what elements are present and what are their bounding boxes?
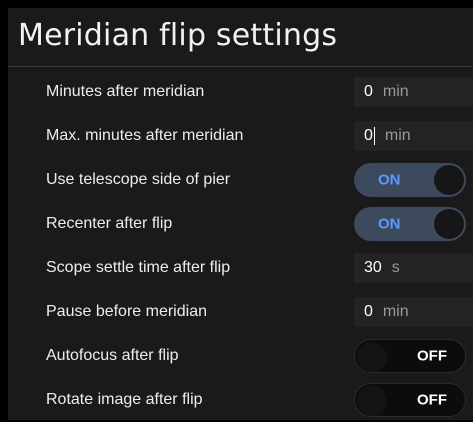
title-divider bbox=[8, 66, 473, 67]
setting-label: Scope settle time after flip bbox=[46, 259, 231, 276]
setting-row-use-telescope-side-of-pier: Use telescope side of pier ON bbox=[8, 158, 473, 202]
toggle-knob bbox=[434, 209, 464, 239]
setting-row-scope-settle-time: Scope settle time after flip 30 s bbox=[8, 246, 473, 290]
toggle-state: OFF bbox=[417, 391, 447, 409]
setting-label: Minutes after meridian bbox=[46, 83, 205, 100]
setting-row-max-minutes-after-meridian: Max. minutes after meridian 0 min bbox=[8, 114, 473, 158]
panel-title: Meridian flip settings bbox=[18, 18, 338, 53]
field-value: 30 bbox=[364, 259, 382, 276]
setting-label: Rotate image after flip bbox=[46, 391, 203, 408]
use-telescope-side-of-pier-toggle[interactable]: ON bbox=[354, 163, 466, 197]
field-value: 0 bbox=[364, 127, 373, 144]
field-unit: min bbox=[382, 83, 409, 100]
field-value: 0 bbox=[364, 303, 373, 320]
setting-label: Max. minutes after meridian bbox=[46, 127, 244, 144]
setting-row-recenter-after-flip: Recenter after flip ON bbox=[8, 202, 473, 246]
toggle-state: ON bbox=[378, 171, 401, 189]
setting-label: Autofocus after flip bbox=[46, 347, 179, 364]
field-unit: min bbox=[382, 303, 409, 320]
scope-settle-time-input[interactable]: 30 s bbox=[354, 253, 473, 283]
toggle-knob bbox=[357, 386, 387, 416]
text-cursor bbox=[373, 127, 375, 145]
setting-row-rotate-image-after-flip: Rotate image after flip OFF bbox=[8, 378, 473, 422]
autofocus-after-flip-toggle[interactable]: OFF bbox=[354, 339, 466, 373]
setting-label: Recenter after flip bbox=[46, 215, 173, 232]
setting-row-minutes-after-meridian: Minutes after meridian 0 min bbox=[8, 70, 473, 114]
setting-row-autofocus-after-flip: Autofocus after flip OFF bbox=[8, 334, 473, 378]
minutes-after-meridian-input[interactable]: 0 min bbox=[354, 77, 473, 107]
recenter-after-flip-toggle[interactable]: ON bbox=[354, 207, 466, 241]
rotate-image-after-flip-toggle[interactable]: OFF bbox=[354, 383, 466, 417]
toggle-knob bbox=[434, 165, 464, 195]
setting-label: Pause before meridian bbox=[46, 303, 207, 320]
toggle-state: ON bbox=[378, 215, 401, 233]
field-unit: min bbox=[384, 127, 411, 144]
setting-label: Use telescope side of pier bbox=[46, 171, 231, 188]
setting-row-pause-before-meridian: Pause before meridian 0 min bbox=[8, 290, 473, 334]
field-value: 0 bbox=[364, 83, 373, 100]
pause-before-meridian-input[interactable]: 0 min bbox=[354, 297, 473, 327]
toggle-state: OFF bbox=[417, 347, 447, 365]
meridian-flip-panel: Meridian flip settings Minutes after mer… bbox=[8, 8, 473, 420]
toggle-knob bbox=[357, 342, 387, 372]
field-unit: s bbox=[391, 259, 400, 276]
max-minutes-after-meridian-input[interactable]: 0 min bbox=[354, 121, 473, 151]
